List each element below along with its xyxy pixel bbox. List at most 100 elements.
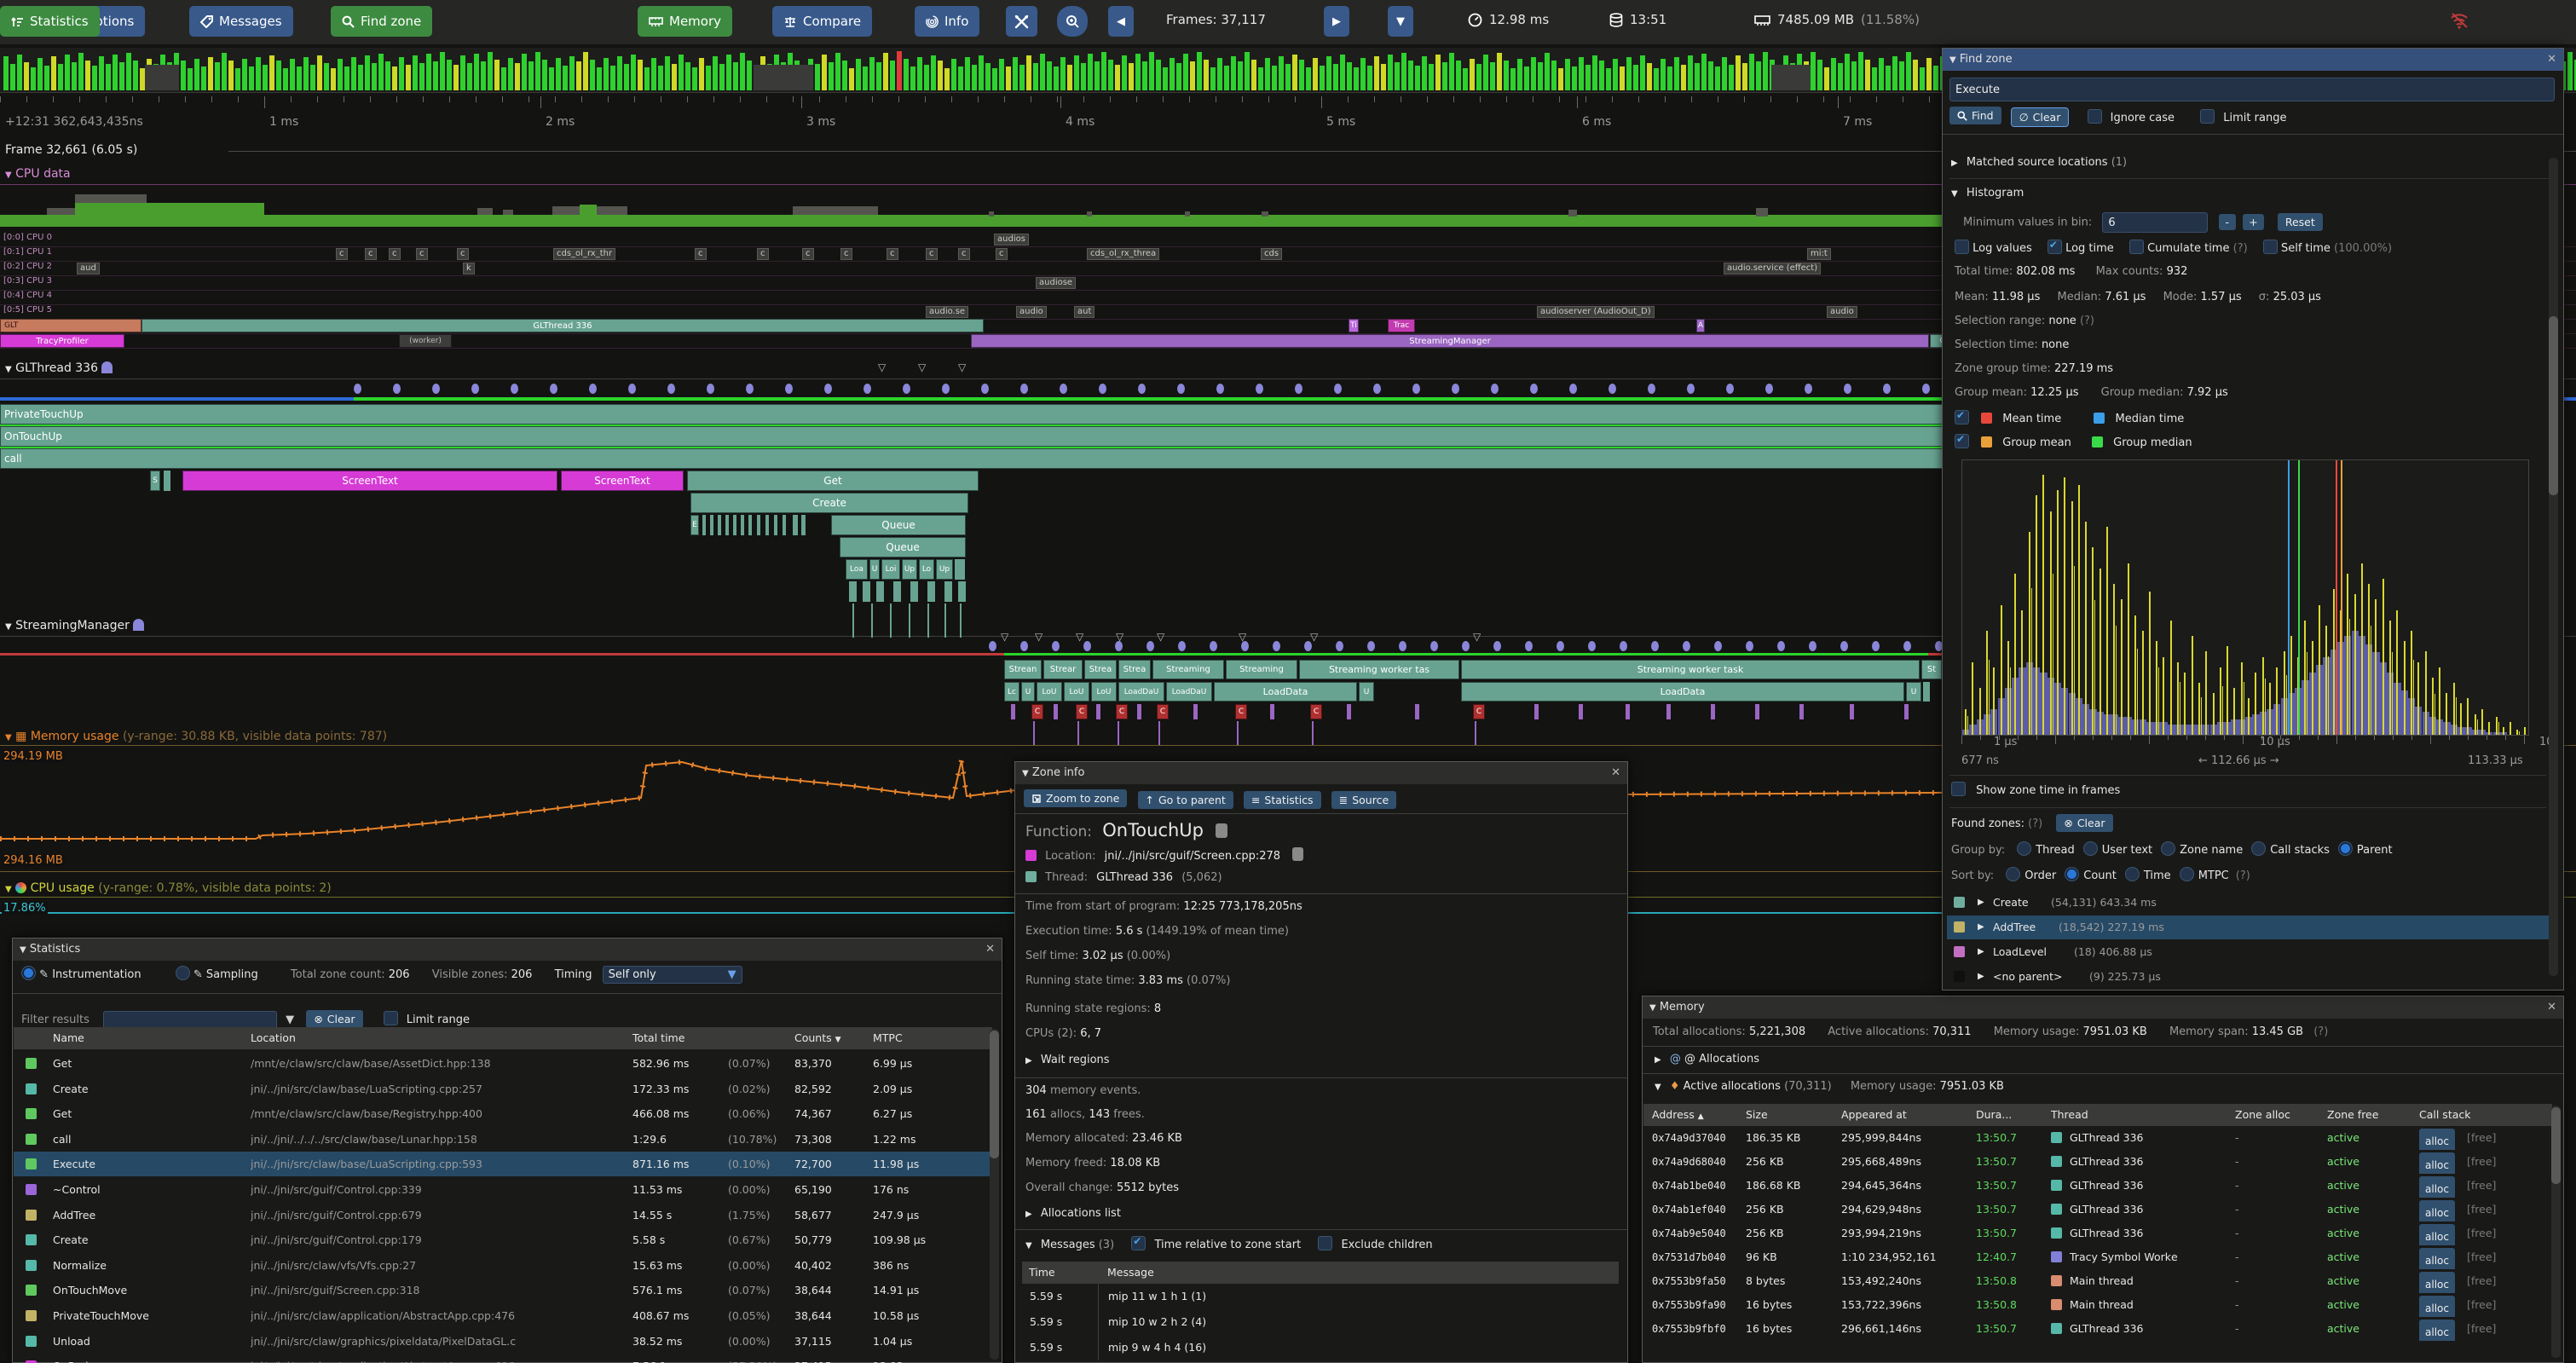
alloc-callstack-button[interactable]: alloc xyxy=(2419,1224,2455,1245)
zone-bar[interactable]: TracyProfiler xyxy=(0,334,124,348)
frame-bar[interactable] xyxy=(51,56,56,90)
allocations-section-row[interactable]: ▶ @ @ Allocations xyxy=(1655,1053,1759,1066)
frame-bar[interactable] xyxy=(1142,61,1147,90)
frame-bar[interactable] xyxy=(985,63,991,90)
zone-bar[interactable]: LoadDaU xyxy=(1166,682,1212,702)
statistics-titlebar[interactable]: ▼ Statistics ✕ xyxy=(13,939,1002,961)
allocation-row[interactable]: 0x7531d7b04096 KB1:10 234,952,16112:40.7… xyxy=(1643,1245,2551,1269)
frame-bar[interactable] xyxy=(842,61,847,90)
statistics-table-header[interactable]: Name Location Total time Counts ▼ MTPC xyxy=(14,1027,992,1049)
frame-bar[interactable] xyxy=(1163,67,1168,90)
frame-bar[interactable] xyxy=(1360,58,1366,90)
message-row[interactable]: 5.59 smip 11 w 1 h 1 (1) xyxy=(1023,1284,1620,1309)
cpu-zone-chip[interactable]: c xyxy=(365,248,377,260)
statistics-row[interactable]: Createjni/../jni/src/claw/base/LuaScript… xyxy=(14,1077,991,1101)
alloc-callstack-button[interactable]: alloc xyxy=(2419,1129,2455,1150)
frame-bar[interactable] xyxy=(1756,61,1761,90)
zone-bar[interactable]: Strean xyxy=(1004,660,1042,679)
zone-bar[interactable]: Loi xyxy=(881,559,900,580)
frame-bar[interactable] xyxy=(1204,60,1209,90)
cpu-zone-chip[interactable]: audioserver (AudioOut_D) xyxy=(1537,306,1655,318)
frame-bar[interactable] xyxy=(1892,56,1897,90)
frame-bar[interactable] xyxy=(1026,55,1031,90)
alloc-callstack-button[interactable]: alloc xyxy=(2419,1152,2455,1174)
statistics-row[interactable]: Normalizejni/../jni/src/claw/vfs/Vfs.cpp… xyxy=(14,1253,991,1278)
frame-bar[interactable] xyxy=(488,52,493,90)
message-marker-icon[interactable]: ▽ xyxy=(1076,631,1083,643)
cpu-zone-chip[interactable]: audiose xyxy=(1036,277,1076,289)
frame-bar[interactable] xyxy=(113,55,118,90)
frame-bar[interactable] xyxy=(644,67,650,90)
frame-bar[interactable] xyxy=(1811,52,1816,90)
frame-bar[interactable] xyxy=(194,59,199,90)
zone-bar[interactable]: Streaming xyxy=(1152,660,1224,679)
alloc-callstack-button[interactable]: alloc xyxy=(2419,1296,2455,1317)
zone-bar[interactable]: StreamingManager xyxy=(971,334,1929,348)
frame-bar[interactable] xyxy=(726,55,731,90)
frame-bar[interactable] xyxy=(1483,55,1488,90)
find-zone-titlebar[interactable]: ▼ Find zone ✕ xyxy=(1943,49,2563,71)
frame-bar[interactable] xyxy=(1858,52,1863,90)
frame-bar[interactable] xyxy=(1258,67,1263,90)
frame-bar[interactable] xyxy=(24,62,29,90)
frame-bar[interactable] xyxy=(924,65,929,90)
option-radio-zone-name[interactable] xyxy=(2161,841,2175,856)
frame-bar[interactable] xyxy=(1551,61,1557,90)
frame-bar[interactable] xyxy=(849,68,854,90)
frame-bar[interactable] xyxy=(658,66,663,90)
frame-bar[interactable] xyxy=(740,53,745,90)
frame-bar[interactable] xyxy=(440,52,445,90)
frame-bar[interactable] xyxy=(494,60,500,90)
frame-bar[interactable] xyxy=(651,58,656,90)
zone-bar[interactable]: Strea xyxy=(1084,660,1117,679)
frame-bar[interactable] xyxy=(406,65,411,90)
frame-bar[interactable] xyxy=(1681,65,1686,90)
allocation-row[interactable]: 0x7553b9fbf016 bytes296,661,146ns13:50.7… xyxy=(1643,1317,2551,1341)
go-to-parent-button[interactable]: ↑Go to parent xyxy=(1138,791,1233,809)
statistics-row[interactable]: Createjni/../jni/src/guif/Control.cpp:17… xyxy=(14,1227,991,1252)
frame-bar[interactable] xyxy=(228,61,234,90)
frame-bar[interactable] xyxy=(399,57,404,90)
statistics-row[interactable]: PrivateTouchMovejni/../jni/src/claw/appl… xyxy=(14,1303,991,1328)
frame-bar[interactable] xyxy=(1285,64,1291,90)
zone-bar[interactable]: LoadData xyxy=(1461,682,1904,702)
message-marker-icon[interactable]: ▽ xyxy=(1001,631,1008,643)
frame-bar[interactable] xyxy=(1531,57,1536,90)
zone-info-titlebar[interactable]: ▼ Zone info ✕ xyxy=(1015,762,1627,784)
cpu-zone-chip[interactable]: c xyxy=(336,248,348,260)
option-radio-call-stacks[interactable] xyxy=(2251,841,2266,856)
frame-bar[interactable] xyxy=(331,68,336,90)
frame-bar[interactable] xyxy=(467,63,472,90)
frame-bar[interactable] xyxy=(1210,67,1216,90)
frame-bar[interactable] xyxy=(917,57,922,90)
frame-bar[interactable] xyxy=(1913,60,1918,90)
frame-bar[interactable] xyxy=(815,64,820,90)
message-marker-icon[interactable]: ▽ xyxy=(1035,631,1043,643)
message-row[interactable]: 5.59 smip 10 w 2 h 2 (4) xyxy=(1023,1309,1620,1335)
zone-bar[interactable]: C xyxy=(1310,704,1322,719)
frame-bar[interactable] xyxy=(1620,66,1625,90)
frame-bar[interactable] xyxy=(1920,67,1925,90)
frame-bar[interactable] xyxy=(1729,65,1734,90)
frame-bar[interactable] xyxy=(17,55,22,90)
frame-bar[interactable] xyxy=(1040,54,1045,90)
zoom-to-zone-button[interactable]: Zoom to zone xyxy=(1024,789,1127,807)
frame-bar[interactable] xyxy=(1333,64,1338,90)
zone-bar[interactable]: Ti xyxy=(1349,319,1359,332)
frame-bar[interactable] xyxy=(413,55,418,90)
wait-regions-row[interactable]: ▶ Wait regions xyxy=(1025,1054,1110,1066)
frame-bar[interactable] xyxy=(1817,60,1822,90)
increment-button[interactable]: + xyxy=(2243,214,2263,230)
zone-bar[interactable]: Up xyxy=(902,559,917,580)
frame-bar[interactable] xyxy=(733,62,738,90)
found-zone-group[interactable]: ▶<no parent>(9) 225.73 µs xyxy=(1947,965,2554,989)
message-row[interactable]: 5.59 smip 9 w 4 h 4 (16) xyxy=(1023,1335,1620,1360)
frame-bar[interactable] xyxy=(351,57,356,90)
zone-bar[interactable]: U xyxy=(869,559,880,580)
frame-bar[interactable] xyxy=(883,53,888,90)
frame-bar[interactable] xyxy=(876,62,881,90)
cpu-zone-chip[interactable]: c xyxy=(389,248,401,260)
frame-bar[interactable] xyxy=(944,68,950,90)
zone-bar[interactable]: Up xyxy=(936,559,953,580)
frame-bar[interactable] xyxy=(829,62,834,90)
